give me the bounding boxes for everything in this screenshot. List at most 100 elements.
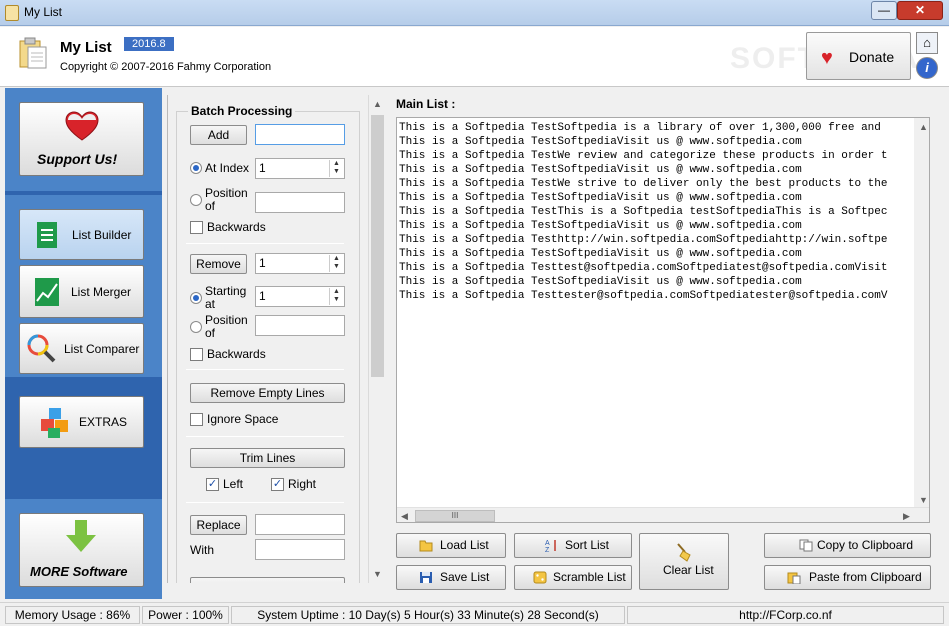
with-label: With <box>190 543 214 557</box>
position-of-field[interactable] <box>255 192 345 213</box>
starting-at-spinner[interactable]: 1 ▲ ▼ <box>255 286 345 307</box>
next-action-button[interactable] <box>190 577 345 583</box>
trim-lines-button[interactable]: Trim Lines <box>190 448 345 468</box>
position-of-radio[interactable] <box>190 194 202 206</box>
scroll-down-icon[interactable]: ▼ <box>373 569 382 579</box>
at-index-spinner[interactable]: 1 ▲ ▼ <box>255 158 345 179</box>
sidebar-item-extras[interactable]: EXTRAS <box>19 396 144 448</box>
clear-list-label: Clear List <box>663 563 714 577</box>
more-software-button[interactable]: MORE Software <box>19 513 144 587</box>
title-bar: My List — ✕ <box>0 0 949 26</box>
scrollbar-thumb[interactable]: III <box>415 510 495 522</box>
replace-field[interactable] <box>255 514 345 535</box>
paste-from-clipboard-button[interactable]: Paste from Clipboard <box>764 565 931 590</box>
main-list-lines: This is a Softpedia TestSoftpedia is a l… <box>399 121 915 507</box>
at-index-label: At Index <box>205 161 250 175</box>
support-us-button[interactable]: Support Us! <box>19 102 144 176</box>
spinner-arrows-icon[interactable]: ▲ ▼ <box>329 255 343 272</box>
copy-to-clipboard-button[interactable]: Copy to Clipboard <box>764 533 931 558</box>
ignore-space-label: Ignore Space <box>207 412 279 426</box>
list-item: This is a Softpedia TestSoftpediaVisit u… <box>399 248 802 260</box>
list-builder-label: List Builder <box>72 228 132 242</box>
at-index-value: 1 <box>259 161 266 175</box>
backwards-checkbox-2[interactable] <box>190 348 203 361</box>
backwards-checkbox[interactable] <box>190 221 203 234</box>
svg-text:A: A <box>545 540 550 547</box>
sidebar-item-list-comparer[interactable]: List Comparer <box>19 323 144 374</box>
load-list-button[interactable]: Load List <box>396 533 506 558</box>
floppy-disk-icon <box>420 572 432 583</box>
batch-processing-title: Batch Processing <box>188 104 296 118</box>
heart-icon <box>65 111 99 141</box>
sidebar-tools-group: List Builder List Merger List Comparer <box>5 195 162 377</box>
chart-icon <box>35 278 59 306</box>
trim-right-label: Right <box>288 477 317 491</box>
scroll-left-icon[interactable]: ◀ <box>401 511 408 522</box>
spinner-arrows-icon[interactable]: ▲ ▼ <box>329 160 343 177</box>
clear-list-button[interactable]: Clear List <box>639 533 729 590</box>
sidebar-more-group: MORE Software <box>5 499 162 599</box>
position-of-label: Position of <box>205 186 248 213</box>
separator <box>186 502 344 503</box>
list-horizontal-scrollbar[interactable]: ◀ III ▶ <box>397 507 929 522</box>
download-arrow-icon <box>66 520 96 552</box>
batch-processing-content: Batch Processing Add At Index 1 ▲ ▼ Positi… <box>168 95 368 583</box>
scrollbar-thumb[interactable] <box>371 115 384 377</box>
website-link[interactable]: http://FCorp.co.nf <box>627 606 944 624</box>
power-status: Power : 100% <box>142 606 229 624</box>
info-icon[interactable]: i <box>916 57 938 79</box>
scroll-up-icon[interactable]: ▲ <box>373 99 382 109</box>
group-frame <box>176 111 360 583</box>
add-button[interactable]: Add <box>190 125 247 145</box>
scroll-up-icon[interactable]: ▲ <box>919 122 928 132</box>
separator <box>186 243 344 244</box>
document-list-icon <box>37 222 57 248</box>
remove-button[interactable]: Remove <box>190 254 247 274</box>
scramble-list-button[interactable]: Scramble List <box>514 565 632 590</box>
scramble-list-label: Scramble List <box>553 570 626 584</box>
donate-label: Donate <box>849 49 895 65</box>
panel-scrollbar[interactable]: ▲ ▼ <box>368 95 385 583</box>
starting-at-radio[interactable] <box>190 292 202 304</box>
list-comparer-label: List Comparer <box>64 342 140 356</box>
paste-icon <box>787 572 801 584</box>
remove-empty-lines-button[interactable]: Remove Empty Lines <box>190 383 345 403</box>
list-item: This is a Softpedia TestWe strive to del… <box>399 178 888 190</box>
spinner-arrows-icon[interactable]: ▲ ▼ <box>329 288 343 305</box>
trim-left-checkbox[interactable]: ✓ <box>206 478 219 491</box>
dice-icon <box>533 571 547 584</box>
position-of-radio-2[interactable] <box>190 321 202 333</box>
separator <box>186 436 344 437</box>
sidebar-item-list-merger[interactable]: List Merger <box>19 265 144 318</box>
copy-icon <box>799 539 813 552</box>
close-button[interactable]: ✕ <box>897 1 943 20</box>
batch-processing-panel: Batch Processing Add At Index 1 ▲ ▼ Positi… <box>167 95 385 583</box>
remove-count-spinner[interactable]: 1 ▲ ▼ <box>255 253 345 274</box>
list-vertical-scrollbar[interactable]: ▲ ▼ <box>914 118 929 507</box>
at-index-radio[interactable] <box>190 162 202 174</box>
with-field[interactable] <box>255 539 345 560</box>
separator <box>186 369 344 370</box>
scroll-right-icon[interactable]: ▶ <box>903 511 910 522</box>
scroll-down-icon[interactable]: ▼ <box>919 495 928 505</box>
list-item: This is a Softpedia Testhttp://win.softp… <box>399 234 888 246</box>
list-item: This is a Softpedia TestThis is a Softpe… <box>399 206 888 218</box>
position-of-field-2[interactable] <box>255 315 345 336</box>
save-list-button[interactable]: Save List <box>396 565 506 590</box>
list-item: This is a Softpedia TestSoftpediaVisit u… <box>399 220 802 232</box>
sidebar: Support Us! List Builder List Merger Lis… <box>5 88 162 599</box>
donate-button[interactable]: ♥ Donate <box>806 32 911 80</box>
system-uptime: System Uptime : 10 Day(s) 5 Hour(s) 33 M… <box>231 606 625 624</box>
minimize-button[interactable]: — <box>871 1 897 20</box>
list-item: This is a Softpedia TestSoftpediaVisit u… <box>399 192 802 204</box>
add-text-field[interactable] <box>255 124 345 145</box>
trim-right-checkbox[interactable]: ✓ <box>271 478 284 491</box>
home-icon[interactable]: ⌂ <box>916 32 938 54</box>
list-item: This is a Softpedia TestSoftpediaVisit u… <box>399 136 802 148</box>
ignore-space-checkbox[interactable] <box>190 413 203 426</box>
sort-list-button[interactable]: AZ Sort List <box>514 533 632 558</box>
sidebar-item-list-builder[interactable]: List Builder <box>19 209 144 260</box>
main-list-textarea[interactable]: This is a Softpedia TestSoftpedia is a l… <box>396 117 930 523</box>
heart-icon: ♥ <box>821 47 833 69</box>
replace-button[interactable]: Replace <box>190 515 247 535</box>
